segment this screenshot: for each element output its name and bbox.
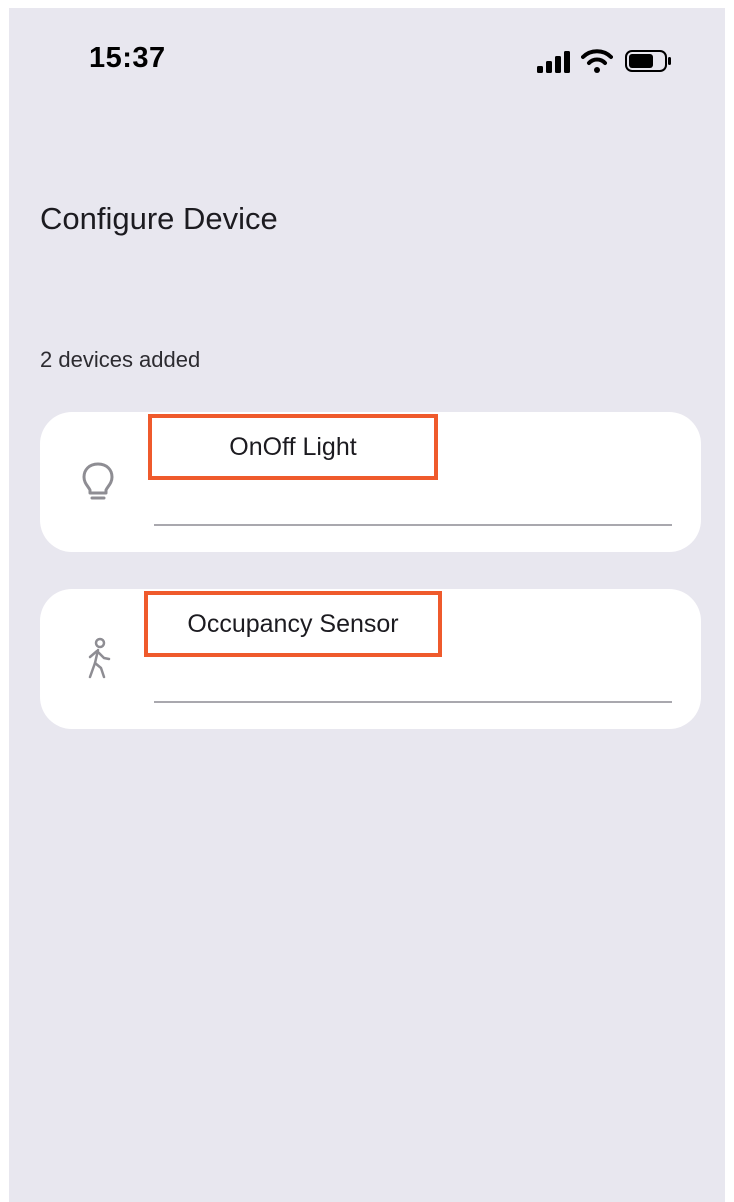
app-screen: 15:37 Configure Device 2 devices added O… <box>9 8 725 1202</box>
device-name-text: Occupancy Sensor <box>187 609 399 638</box>
status-icons <box>537 48 697 78</box>
wifi-icon <box>581 49 613 73</box>
walking-person-icon <box>88 637 111 679</box>
status-bar: 15:37 <box>9 8 725 108</box>
battery-icon <box>625 50 671 72</box>
page-title: Configure Device <box>40 201 278 236</box>
device-name-highlight[interactable]: Occupancy Sensor <box>144 591 442 657</box>
device-name-highlight[interactable]: OnOff Light <box>148 414 438 480</box>
device-card-occupancy-sensor: Occupancy Sensor <box>40 589 701 729</box>
lightbulb-icon <box>82 462 114 500</box>
device-name-text: OnOff Light <box>229 432 357 461</box>
cellular-signal-icon <box>537 51 570 73</box>
status-time: 15:37 <box>89 42 166 74</box>
device-card-onoff-light: OnOff Light <box>40 412 701 552</box>
devices-count-label: 2 devices added <box>40 347 201 372</box>
